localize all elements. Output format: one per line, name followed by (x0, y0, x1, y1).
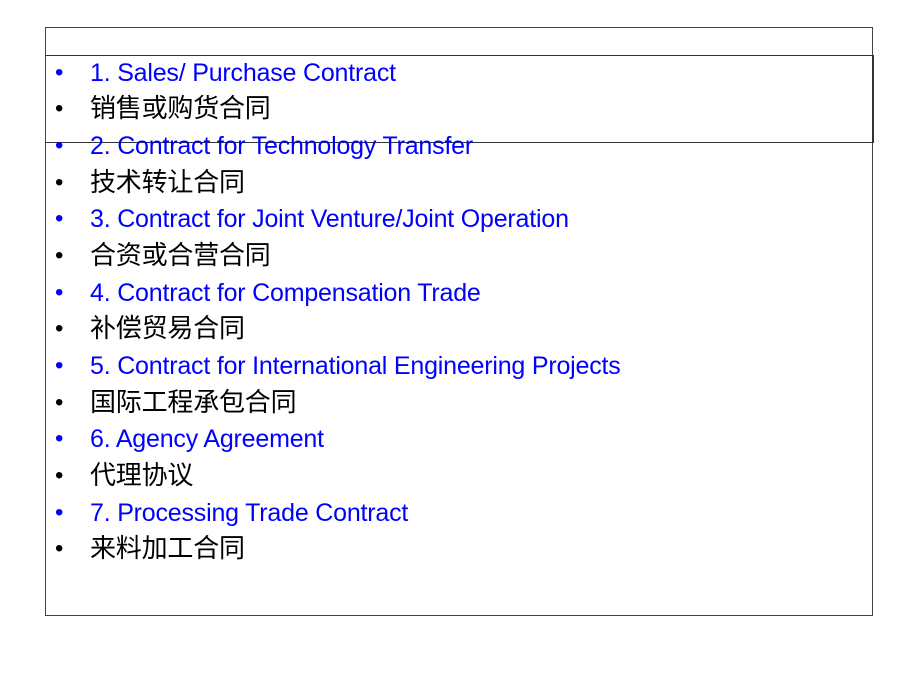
bullet-icon: • (55, 389, 64, 416)
list-item-text: 来料加工合同 (90, 534, 245, 564)
bullet-icon: • (55, 205, 64, 232)
list-item-text: 5. Contract for International Engineerin… (90, 352, 621, 380)
bullet-icon: • (55, 315, 64, 342)
list-item-text: 4. Contract for Compensation Trade (90, 279, 481, 307)
bullet-icon: • (55, 169, 64, 196)
list-item-text: 6. Agency Agreement (90, 425, 324, 453)
list-item-text: 1. Sales/ Purchase Contract (90, 59, 396, 87)
bullet-icon: • (55, 279, 64, 306)
bullet-icon: • (55, 352, 64, 379)
list-item-text: 国际工程承包合同 (90, 388, 297, 418)
list-item-text: 代理协议 (90, 461, 194, 491)
list-item-text: 3. Contract for Joint Venture/Joint Oper… (90, 205, 569, 233)
bullet-icon: • (55, 132, 64, 159)
bullet-icon: • (55, 535, 64, 562)
bullet-icon: • (55, 59, 64, 86)
bullet-icon: • (55, 425, 64, 452)
list-item-text: 补偿贸易合同 (90, 314, 245, 344)
list-item-text: 7. Processing Trade Contract (90, 499, 409, 527)
list-item-text: 2. Contract for Technology Transfer (90, 132, 474, 160)
list-item-text: 合资或合营合同 (90, 241, 271, 271)
bullet-icon: • (55, 462, 64, 489)
bullet-icon: • (55, 242, 64, 269)
bullet-icon: • (55, 95, 64, 122)
list-item-text: 技术转让合同 (90, 168, 245, 198)
list-item-text: 销售或购货合同 (90, 94, 271, 124)
bullet-icon: • (55, 499, 64, 526)
